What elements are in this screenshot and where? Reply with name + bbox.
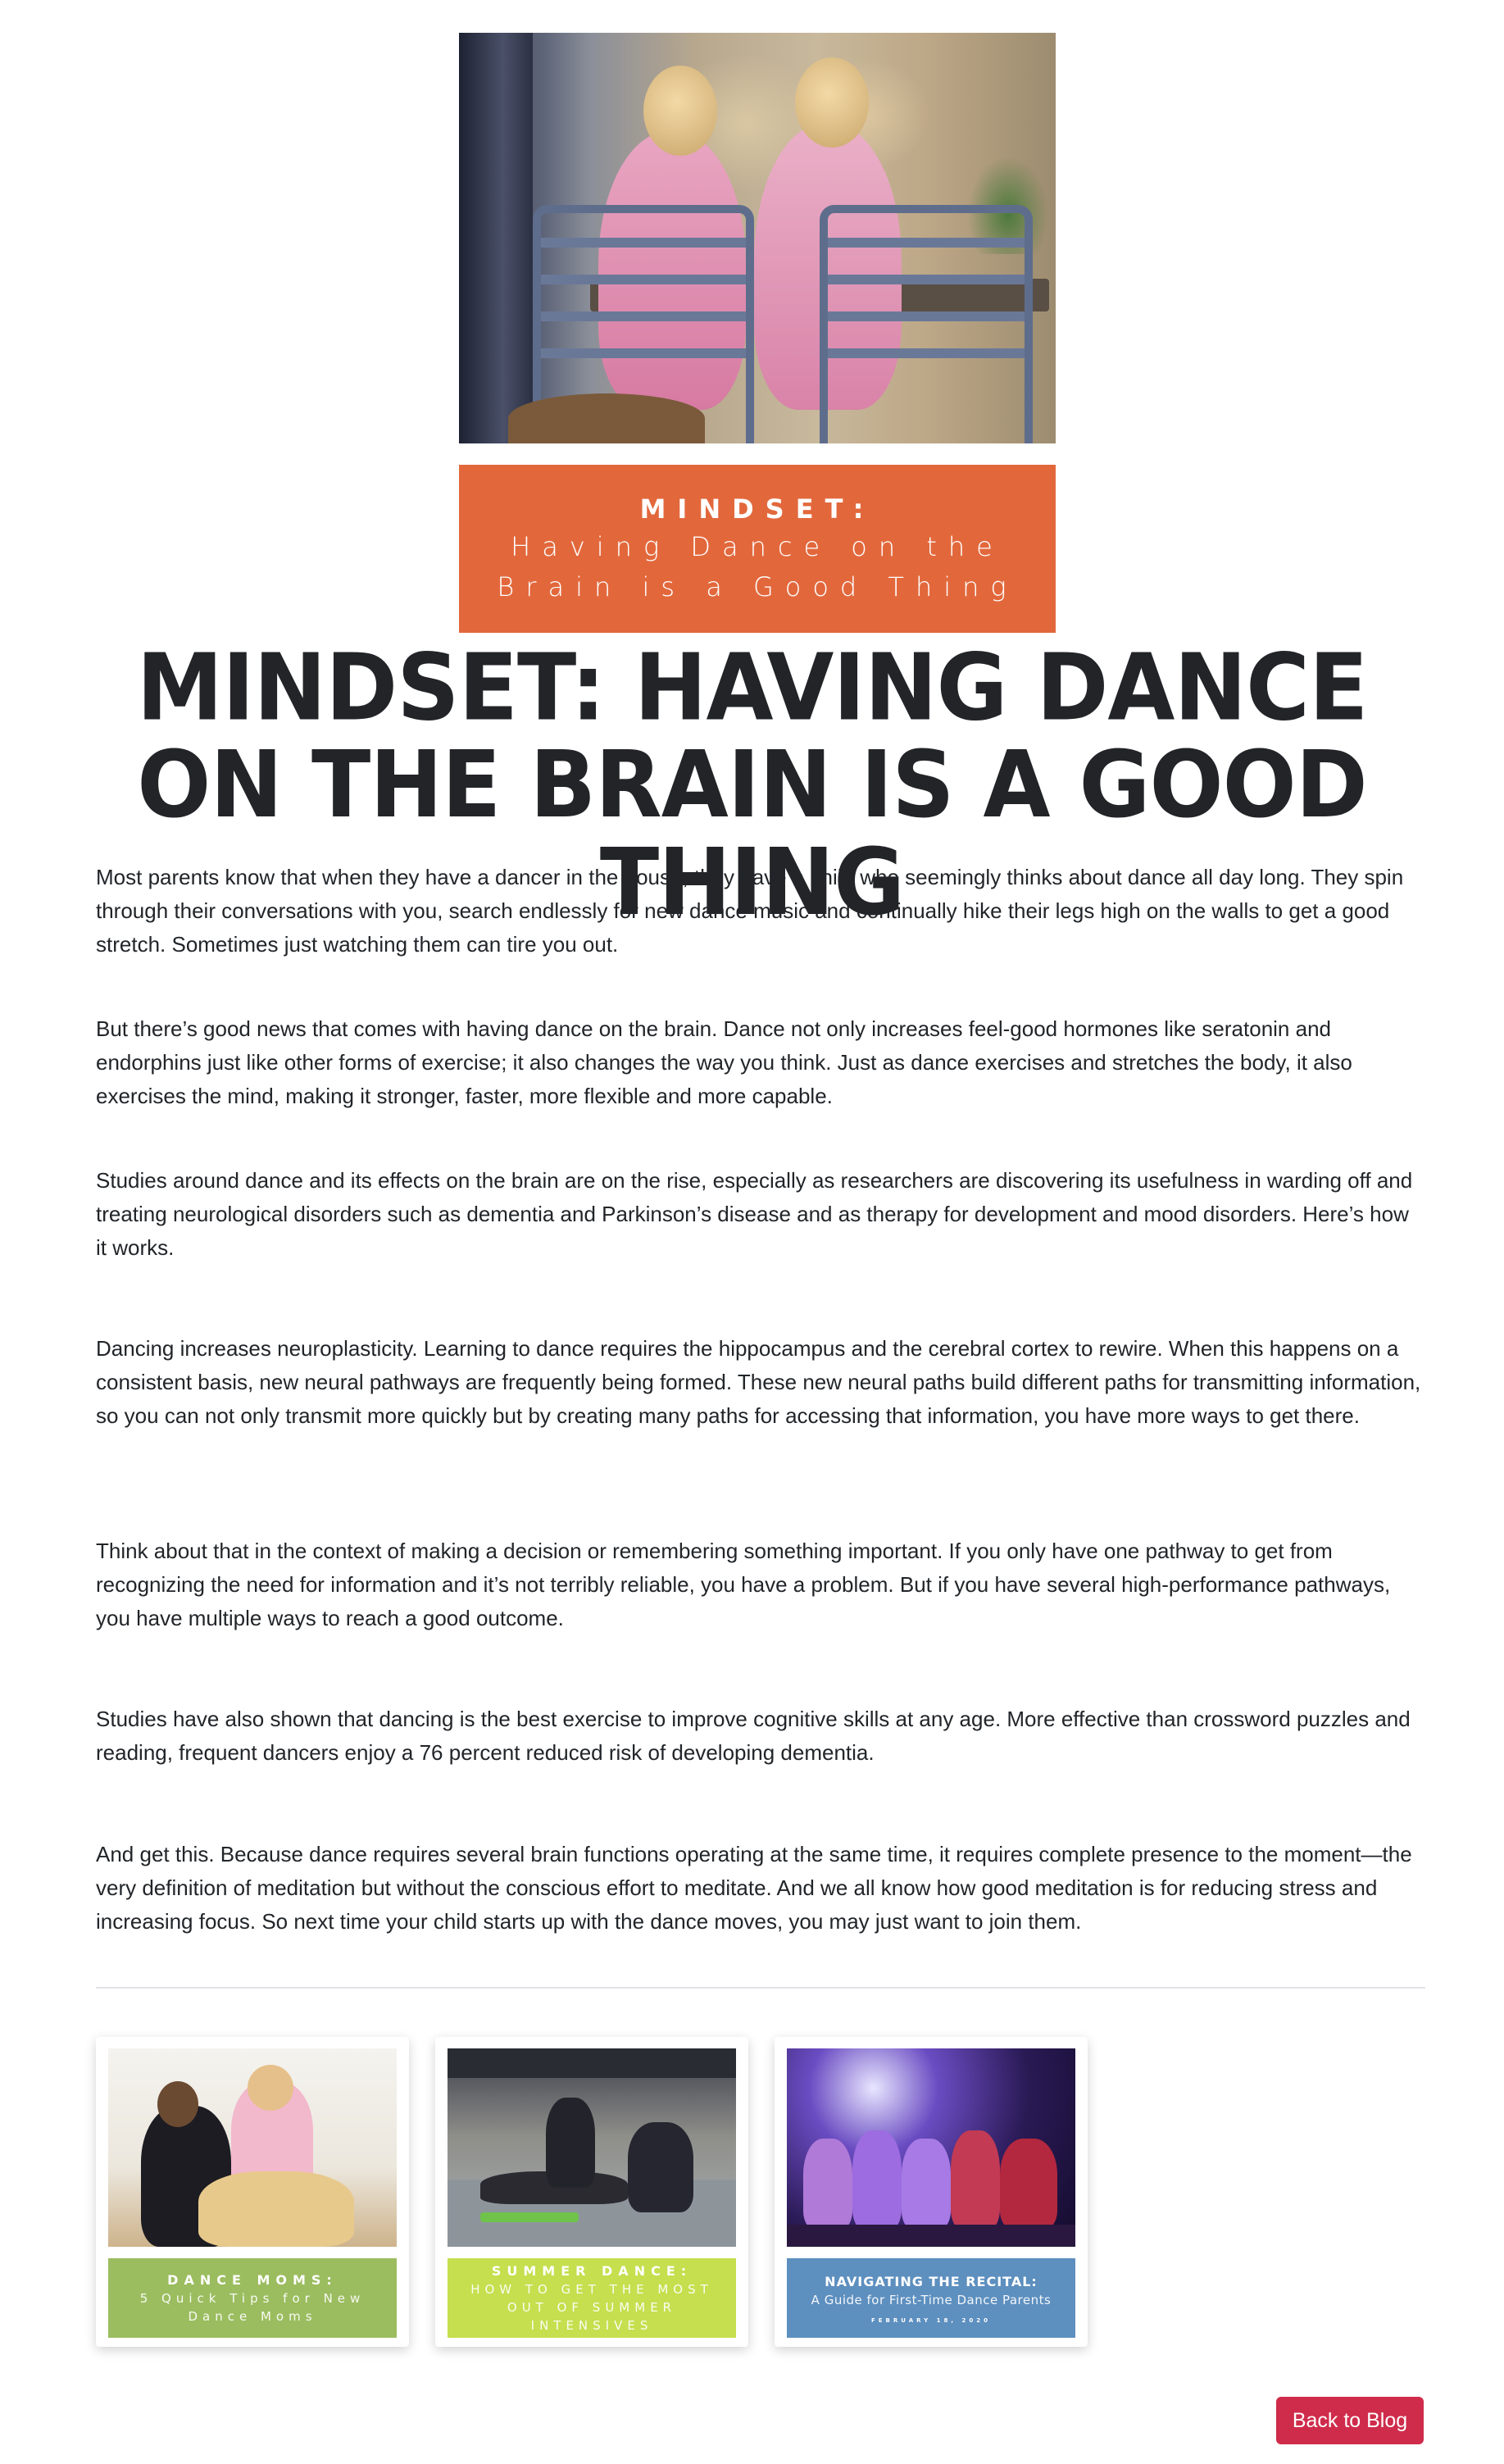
- related-post-image[interactable]: [787, 2048, 1075, 2247]
- article-paragraph: Studies around dance and its effects on …: [96, 1168, 1413, 1260]
- article-paragraph: Dancing increases neuroplasticity. Learn…: [96, 1336, 1421, 1428]
- related-post-title: DANCE MOMS:: [167, 2271, 338, 2288]
- related-post-date: FEBRUARY 18, 2020: [870, 2316, 991, 2324]
- related-post-subtitle: A Guide for First-Time Dance Parents: [811, 2292, 1052, 2307]
- related-post-banner: NAVIGATING THE RECITAL: A Guide for Firs…: [787, 2258, 1075, 2338]
- related-post-subtitle: 5 Quick Tips for New Dance Moms: [139, 2290, 366, 2324]
- hero: MINDSET: Having Dance on the Brain is a …: [459, 33, 1056, 633]
- article-paragraph: But there’s good news that comes with ha…: [96, 1016, 1352, 1108]
- related-post-banner: SUMMER DANCE: HOW TO GET THE MOST OUT OF…: [448, 2258, 736, 2338]
- hero-banner-title: MINDSET:: [639, 493, 875, 525]
- related-post-image[interactable]: [108, 2048, 397, 2247]
- related-post-card-navigating-recital[interactable]: NAVIGATING THE RECITAL: A Guide for Firs…: [775, 2037, 1088, 2347]
- hero-image: [459, 33, 1056, 443]
- related-post-card-dance-moms[interactable]: DANCE MOMS: 5 Quick Tips for New Dance M…: [96, 2037, 409, 2347]
- related-post-subtitle: HOW TO GET THE MOST OUT OF SUMMER INTENS…: [470, 2281, 713, 2333]
- article-paragraph: Studies have also shown that dancing is …: [96, 1707, 1411, 1765]
- related-post-title: SUMMER DANCE:: [491, 2262, 693, 2279]
- article-paragraph: Think about that in the context of makin…: [96, 1539, 1391, 1630]
- article-paragraph: Most parents know that when they have a …: [96, 865, 1404, 957]
- related-post-banner: DANCE MOMS: 5 Quick Tips for New Dance M…: [108, 2258, 397, 2338]
- hero-banner: MINDSET: Having Dance on the Brain is a …: [459, 465, 1056, 633]
- related-posts: DANCE MOMS: 5 Quick Tips for New Dance M…: [96, 2037, 1088, 2347]
- back-to-blog-button[interactable]: Back to Blog: [1276, 2397, 1424, 2444]
- divider: [96, 1987, 1425, 1989]
- related-post-card-summer-dance[interactable]: SUMMER DANCE: HOW TO GET THE MOST OUT OF…: [435, 2037, 748, 2347]
- related-post-title: NAVIGATING THE RECITAL:: [825, 2273, 1038, 2289]
- related-post-image[interactable]: [448, 2048, 736, 2247]
- article-paragraph: And get this. Because dance requires sev…: [96, 1842, 1412, 1934]
- hero-banner-subtitle: Having Dance on the Brain is a Good Thin…: [497, 530, 1018, 602]
